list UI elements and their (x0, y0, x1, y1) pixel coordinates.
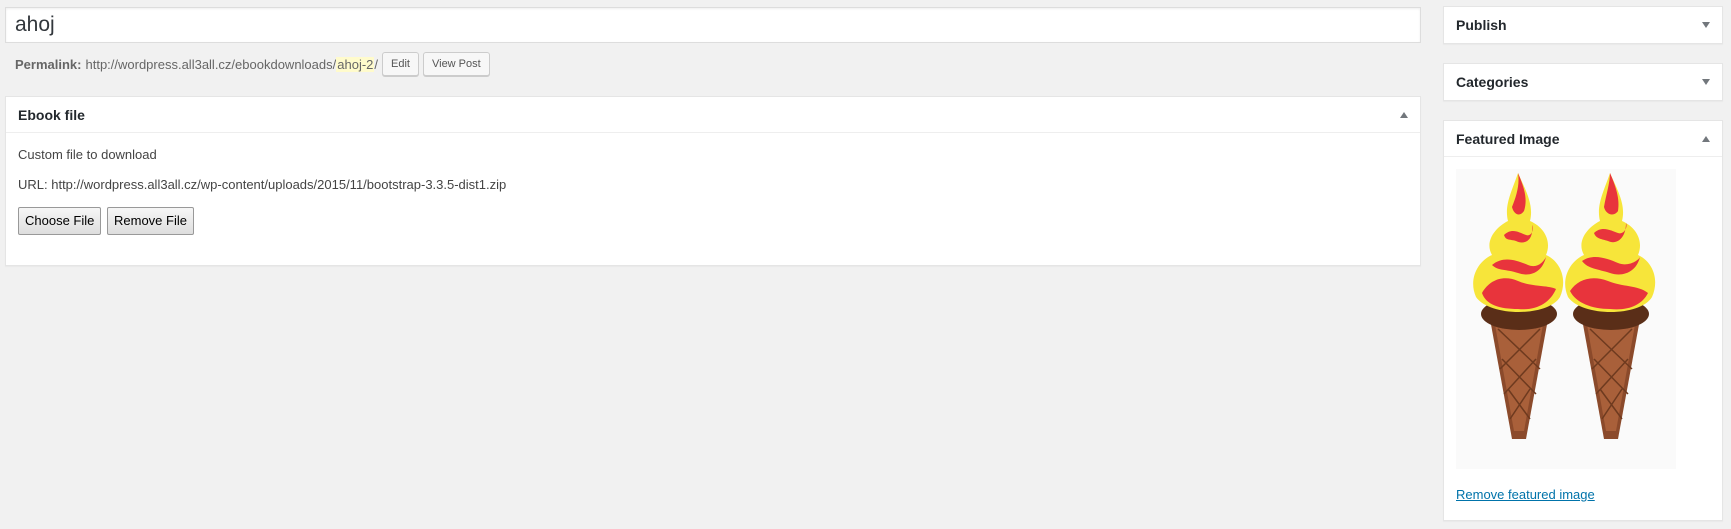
edit-permalink-button[interactable]: Edit (382, 52, 419, 76)
permalink-trail: / (374, 56, 379, 72)
triangle-down-icon[interactable] (1702, 79, 1710, 85)
choose-file-button[interactable]: Choose File (18, 207, 102, 235)
categories-box: Categories (1443, 63, 1723, 101)
post-title-input[interactable] (5, 7, 1421, 43)
permalink-slug[interactable]: ahoj-2 (336, 56, 375, 72)
categories-title: Categories (1456, 74, 1529, 90)
triangle-down-icon[interactable] (1702, 22, 1710, 28)
publish-box: Publish (1443, 6, 1723, 44)
publish-title: Publish (1456, 17, 1507, 33)
permalink-base: http://wordpress.all3all.cz/ebookdownloa… (85, 56, 337, 72)
ice-cream-cones-image (1473, 173, 1656, 439)
permalink-row: Permalink: http://wordpress.all3all.cz/e… (15, 52, 490, 76)
featured-image-box: Featured Image Remove featured image (1443, 120, 1723, 521)
remove-featured-image-link[interactable]: Remove featured image (1456, 487, 1710, 502)
publish-header[interactable]: Publish (1444, 7, 1722, 43)
permalink-label: Permalink: (15, 56, 82, 72)
featured-image-thumbnail[interactable] (1456, 169, 1676, 469)
featured-image-header[interactable]: Featured Image (1444, 121, 1722, 157)
triangle-up-icon[interactable] (1400, 111, 1408, 118)
ebook-description: Custom file to download (18, 147, 157, 162)
ebook-file-box: Ebook file Custom file to download URL: … (5, 96, 1421, 266)
remove-file-button[interactable]: Remove File (107, 207, 194, 235)
ebook-url: URL: http://wordpress.all3all.cz/wp-cont… (18, 177, 507, 192)
featured-image-title: Featured Image (1456, 130, 1560, 147)
categories-header[interactable]: Categories (1444, 64, 1722, 100)
triangle-up-icon[interactable] (1702, 135, 1710, 142)
ebook-file-title: Ebook file (18, 106, 85, 123)
ebook-file-header[interactable]: Ebook file (6, 97, 1420, 133)
view-post-button[interactable]: View Post (422, 52, 490, 76)
